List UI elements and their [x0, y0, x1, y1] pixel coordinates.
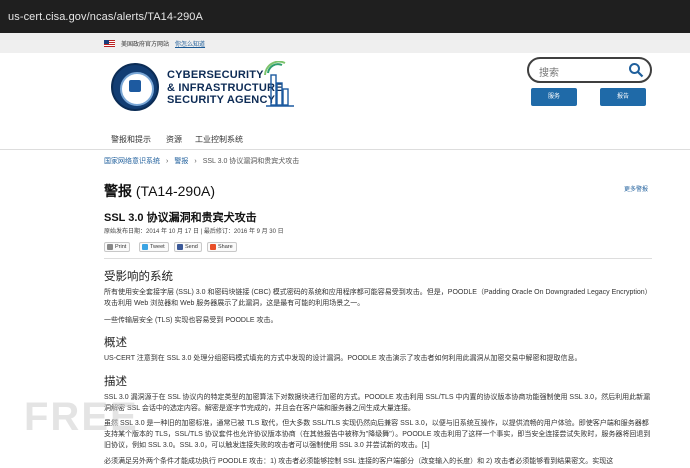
print-icon [107, 244, 113, 250]
share-label: Share [218, 244, 233, 250]
breadcrumb-separator: › [166, 158, 169, 165]
send-label: Send [185, 244, 198, 250]
breadcrumb-separator: › [194, 158, 197, 165]
search-placeholder: 搜索 [539, 68, 559, 79]
section-heading-affected: 受影响的系统 [104, 271, 173, 283]
breadcrumb-ncas[interactable]: 国家网络意识系统 [104, 158, 160, 165]
affected-paragraph-2: 一些传输层安全 (TLS) 实现也容易受到 POODLE 攻击。 [104, 317, 278, 324]
print-button[interactable]: Print [104, 242, 131, 252]
report-button[interactable]: 报告 [600, 88, 646, 106]
breadcrumb-alerts[interactable]: 警报 [174, 158, 188, 165]
facebook-send-button[interactable]: Send [174, 242, 202, 252]
tweet-button[interactable]: Tweet [139, 242, 169, 252]
alert-dates: 原始发布日期：2014 年 10 月 17 日 | 最后修订：2016 年 9 … [104, 229, 284, 235]
site-header: CYBERSECURITY & INFRASTRUCTURE SECURITY … [0, 53, 690, 120]
nav-item-ics[interactable]: 工业控制系统 [195, 134, 243, 145]
twitter-icon [142, 244, 148, 250]
tweet-label: Tweet [150, 244, 165, 250]
breadcrumb: 国家网络意识系统 › 警报 › SSL 3.0 协议漏洞和贵宾犬攻击 [104, 156, 299, 166]
gov-banner-text: 美国政府官方网站 [121, 41, 170, 48]
freebuf-watermark-logo: FREE [24, 395, 139, 439]
nav-item-resources[interactable]: 资源 [166, 134, 182, 145]
alert-title: SSL 3.0 协议漏洞和贵宾犬攻击 [104, 212, 257, 224]
how-you-know-link[interactable]: 你怎么知道 [175, 39, 205, 48]
description-paragraph-1: SSL 3.0 漏洞源于在 SSL 协议内的特定类型的加密算法下对数据块进行加密… [104, 394, 651, 412]
browser-address-bar[interactable]: us-cert.cisa.gov/ncas/alerts/TA14-290A [0, 0, 690, 33]
services-button[interactable]: 服务 [531, 88, 577, 106]
alert-label: 警报 [104, 183, 132, 199]
affected-paragraph-1: 所有使用安全套接字层 (SSL) 3.0 和密码块链接 (CBC) 模式密码的系… [104, 289, 652, 307]
section-heading-description: 描述 [104, 376, 127, 388]
alert-id: (TA14-290A) [135, 183, 215, 199]
gov-banner: 美国政府官方网站 你怎么知道 [0, 33, 690, 53]
search-icon[interactable] [628, 62, 644, 78]
nav-item-alerts[interactable]: 警报和提示 [111, 134, 151, 145]
facebook-icon [177, 244, 183, 250]
url-text[interactable]: us-cert.cisa.gov/ncas/alerts/TA14-290A [8, 11, 203, 23]
overview-paragraph-1: US-CERT 注意到在 SSL 3.0 处理分组密码模式填充的方式中发现的设计… [104, 355, 582, 362]
print-label: Print [115, 244, 127, 250]
page-title: 警报 (TA14-290A) [104, 181, 215, 201]
share-button[interactable]: Share [207, 242, 237, 252]
description-paragraph-2: 虽然 SSL 3.0 是一种旧的加密标准，通常已被 TLS 取代，但大多数 SS… [104, 420, 651, 449]
more-alerts-link[interactable]: 更多警报 [624, 184, 648, 193]
description-paragraph-3: 必须满足另外两个条件才能成功执行 POODLE 攻击：1) 攻击者必须能够控制 … [104, 458, 614, 465]
section-heading-overview: 概述 [104, 337, 127, 349]
main-nav: 警报和提示 资源 工业控制系统 [0, 120, 690, 150]
divider [104, 258, 652, 259]
us-flag-icon [104, 39, 115, 47]
breadcrumb-current: SSL 3.0 协议漏洞和贵宾犬攻击 [202, 158, 300, 165]
search-input[interactable]: 搜索 [527, 57, 652, 83]
cisa-seal-logo[interactable] [111, 63, 159, 111]
broadcast-tower-icon [264, 61, 294, 107]
share-icon [210, 244, 216, 250]
